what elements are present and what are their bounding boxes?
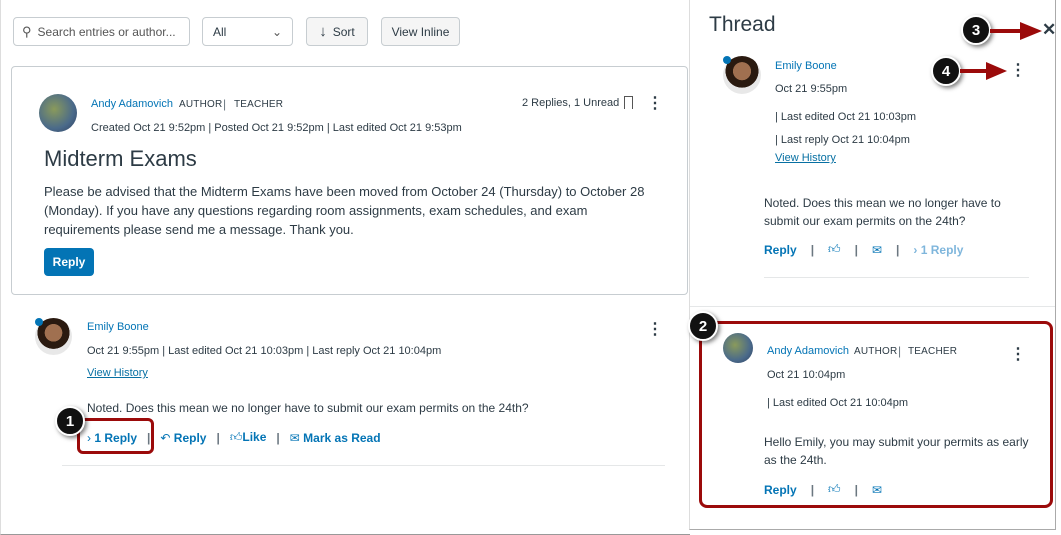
arrow-down-icon: ↓ — [319, 23, 327, 40]
more-options-icon[interactable]: ⋮ — [647, 96, 663, 112]
callout-highlight — [77, 418, 154, 454]
entry-body: Noted. Does this mean we no longer have … — [87, 401, 529, 415]
search-input[interactable]: ⚲ Search entries or author... — [13, 17, 190, 46]
reply-button[interactable]: ↶ Reply — [160, 431, 206, 445]
chevron-down-icon: ⌄ — [271, 24, 282, 39]
divider: | — [854, 242, 858, 257]
last-edited: | Last edited Oct 21 10:03pm — [775, 111, 917, 123]
view-history-link[interactable]: View History — [87, 367, 148, 379]
view-inline-button[interactable]: View Inline — [381, 17, 460, 46]
callout-badge: 3 — [961, 15, 991, 45]
last-reply: | Last reply Oct 21 10:04pm — [775, 134, 910, 146]
envelope-open-icon[interactable]: ✉ — [872, 243, 882, 257]
view-history-link[interactable]: View History — [775, 152, 836, 164]
callout-highlight — [699, 321, 1053, 508]
unread-indicator — [723, 56, 731, 64]
like-button[interactable]: 👍︎Like — [230, 430, 267, 445]
arrow-icon — [990, 22, 1042, 40]
more-options-icon[interactable]: ⋮ — [647, 322, 663, 338]
entry-date: Oct 21 9:55pm — [775, 83, 848, 95]
divider: | — [810, 242, 815, 257]
unread-indicator — [35, 318, 43, 326]
entry-actions: Reply | 👍︎ | ✉ | › 1 Reply — [764, 242, 963, 257]
close-icon[interactable]: ✕ — [1042, 20, 1056, 40]
reply-button[interactable]: Reply — [44, 248, 94, 276]
reply-button[interactable]: Reply — [764, 243, 797, 257]
chevron-right-icon: › — [913, 242, 918, 257]
more-options-icon[interactable]: ⋮ — [1010, 63, 1026, 79]
divider: | — [896, 242, 900, 257]
replies-button[interactable]: › 1 Reply — [913, 243, 963, 257]
callout-badge: 4 — [931, 56, 961, 86]
thread-title: Thread — [709, 13, 776, 36]
search-icon: ⚲ — [22, 23, 32, 39]
sort-button[interactable]: ↓ Sort — [306, 17, 368, 46]
author-name[interactable]: Emily Boone — [87, 321, 149, 333]
arrow-icon — [960, 62, 1007, 80]
thumbs-up-icon: 👍︎ — [229, 430, 243, 444]
mark-as-read-button[interactable]: ✉ Mark as Read — [290, 431, 381, 445]
author-name[interactable]: Emily Boone — [775, 60, 837, 72]
avatar — [39, 94, 77, 132]
author-name[interactable]: Andy Adamovich — [91, 98, 173, 110]
discussion-panel: ⚲ Search entries or author... All ⌄ ↓ Sor… — [0, 0, 690, 535]
divider — [62, 465, 665, 466]
callout-badge: 2 — [688, 311, 718, 341]
callout-badge: 1 — [55, 406, 85, 436]
bookmark-icon[interactable] — [624, 96, 633, 109]
replies-count: 2 Replies, 1 Unread — [522, 97, 620, 109]
divider: | — [276, 430, 280, 445]
filter-select[interactable]: All ⌄ — [202, 17, 293, 46]
page-title: Midterm Exams — [44, 146, 197, 171]
entry-body: Noted. Does this mean we no longer have … — [764, 196, 1001, 228]
divider — [764, 277, 1029, 278]
divider — [690, 306, 1055, 307]
divider: | — [216, 430, 220, 445]
reply-arrow-icon: ↶ — [160, 430, 171, 445]
topic-body: Please be advised that the Midterm Exams… — [44, 184, 645, 237]
role-badge: AUTHOR — [179, 99, 223, 110]
envelope-open-icon: ✉ — [289, 430, 300, 445]
like-icon[interactable]: 👍︎ — [828, 242, 841, 257]
entry-meta: Oct 21 9:55pm | Last edited Oct 21 10:03… — [87, 345, 442, 357]
divider: | — [223, 97, 227, 111]
topic-meta: Created Oct 21 9:52pm | Posted Oct 21 9:… — [91, 122, 462, 134]
role-badge: TEACHER — [234, 99, 284, 110]
